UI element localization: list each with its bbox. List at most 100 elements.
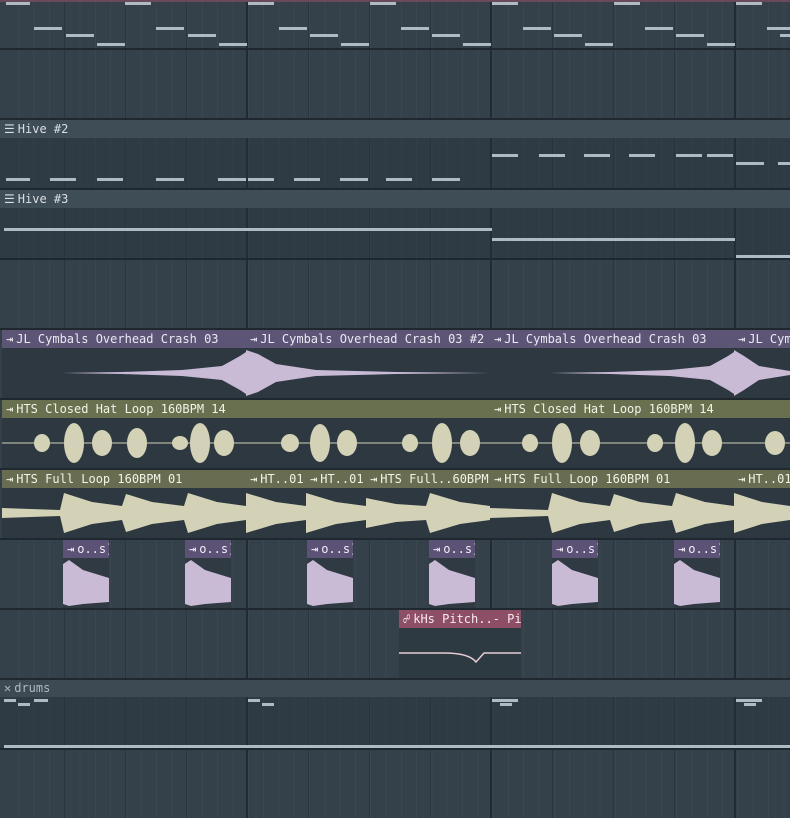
audio-clip-one-shot[interactable]: ⇥o..s) [63, 540, 109, 608]
audio-clip-crash[interactable]: ⇥ JL Cymbals Overhead Crash 03 [490, 330, 734, 398]
pattern-clip-header[interactable]: ☰ Hive #3 [0, 190, 790, 208]
pattern-clip-header[interactable]: ☰ Hive #2 [0, 120, 790, 138]
audio-clip-label: HTS Closed Hat Loop 160BPM 14 [16, 402, 226, 416]
audio-clip-one-shot[interactable]: ⇥o..s) [307, 540, 353, 608]
audio-waveform [552, 558, 598, 608]
audio-clip-full-loop[interactable]: ⇥ HTS Full Loop 160BPM 01 [490, 470, 734, 538]
audio-clip-icon: ⇥ [556, 542, 564, 556]
audio-clip-closed-hat[interactable]: ⇥ HTS Closed Hat Loop 160BPM 14 [490, 400, 790, 468]
audio-clip-one-shot[interactable]: ⇥o..s) [674, 540, 720, 608]
automation-curve [399, 628, 521, 678]
pattern-clip-drums[interactable]: ✕ drums [0, 680, 790, 748]
audio-clip-label: o..s) [688, 542, 720, 556]
track-lane-full-loop[interactable]: ⇥ HTS Full Loop 160BPM 01 ⇥ HT..01 ⇥ HT..01… [0, 470, 790, 538]
audio-clip-icon: ⇥ [678, 542, 686, 556]
audio-clip-crash[interactable]: ⇥ JL Cym [734, 330, 790, 398]
audio-waveform [674, 558, 720, 608]
audio-clip-full-loop[interactable]: ⇥ HTS Full Loop 160BPM 01 [2, 470, 246, 538]
audio-clip-label: HT..01 [260, 472, 304, 486]
audio-clip-icon: ⇥ [311, 542, 319, 556]
pattern-clip-header[interactable]: ✕ drums [0, 680, 790, 697]
audio-clip-icon: ⇥ [250, 472, 258, 486]
audio-waveform [490, 418, 790, 468]
pattern-clip-label: Hive #2 [17, 122, 69, 136]
audio-clip-header[interactable]: ⇥ JL Cymbals Overhead Crash 03 #2 [246, 330, 490, 348]
audio-waveform [307, 558, 353, 608]
audio-waveform [2, 348, 246, 398]
audio-clip-header[interactable]: ⇥ JL Cymbals Overhead Crash 03 [490, 330, 734, 348]
audio-waveform [366, 488, 490, 538]
x-pattern-icon: ✕ [4, 681, 12, 695]
audio-clip-header[interactable]: ⇥ JL Cymbals Overhead Crash 03 [2, 330, 246, 348]
audio-clip-header[interactable]: ⇥ HT..01 [306, 470, 366, 488]
pattern-clip-body [0, 208, 790, 258]
audio-clip-header[interactable]: ⇥ HTS Full Loop 160BPM 01 [490, 470, 734, 488]
pattern-clip-label: Hive #3 [17, 192, 69, 206]
automation-clip-header[interactable]: ☍kHs Pitch..- Pitch [399, 610, 521, 628]
audio-clip-full-loop[interactable]: ⇥ HT..01 [306, 470, 366, 538]
audio-clip-icon: ⇥ [494, 402, 502, 416]
audio-waveform [246, 488, 306, 538]
audio-clip-header[interactable]: ⇥o..s) [552, 540, 598, 558]
audio-clip-one-shot[interactable]: ⇥o..s) [185, 540, 231, 608]
audio-clip-label: HTS Full Loop 160BPM 01 [504, 472, 671, 486]
audio-waveform [734, 348, 790, 398]
audio-clip-header[interactable]: ⇥ HT..01 [734, 470, 790, 488]
audio-clip-closed-hat[interactable]: ⇥ HTS Closed Hat Loop 160BPM 14 [2, 400, 490, 468]
audio-clip-icon: ⇥ [67, 542, 75, 556]
audio-clip-label: JL Cymbals Overhead Crash 03 #2 [260, 332, 485, 346]
audio-clip-full-loop[interactable]: ⇥ HT..01 [734, 470, 790, 538]
audio-clip-icon: ⇥ [738, 472, 746, 486]
pattern-clip-body [0, 138, 790, 188]
audio-waveform [734, 488, 790, 538]
automation-clip-pitch[interactable]: ☍kHs Pitch..- Pitch [399, 610, 521, 678]
audio-clip-icon: ⇥ [310, 472, 318, 486]
pattern-icon: ☰ [4, 122, 15, 136]
audio-clip-header[interactable]: ⇥o..s) [307, 540, 353, 558]
audio-clip-header[interactable]: ⇥ HT..01 [246, 470, 306, 488]
audio-clip-full-loop[interactable]: ⇥HTS Full..60BPM 01 [366, 470, 490, 538]
audio-clip-label: o..s) [77, 542, 109, 556]
audio-clip-one-shot[interactable]: ⇥o..s) [552, 540, 598, 608]
audio-waveform [490, 348, 734, 398]
audio-clip-label: o..s) [321, 542, 353, 556]
audio-clip-header[interactable]: ⇥o..s) [185, 540, 231, 558]
audio-clip-icon: ⇥ [250, 332, 258, 346]
pattern-icon: ☰ [4, 192, 15, 206]
audio-clip-header[interactable]: ⇥ HTS Full Loop 160BPM 01 [2, 470, 246, 488]
audio-clip-one-shot[interactable]: ⇥o..s) [429, 540, 475, 608]
audio-clip-icon: ⇥ [738, 332, 746, 346]
track-lane-one-shots[interactable]: ⇥o..s) ⇥o..s) ⇥o..s) ⇥o..s) ⇥o..s) ⇥o..s… [0, 540, 790, 608]
audio-clip-crash[interactable]: ⇥ JL Cymbals Overhead Crash 03 [2, 330, 246, 398]
audio-waveform [185, 558, 231, 608]
audio-clip-label: o..s) [443, 542, 475, 556]
audio-clip-header[interactable]: ⇥ HTS Closed Hat Loop 160BPM 14 [2, 400, 490, 418]
playlist-arrangement[interactable]: ☰ Hive #2 ☰ Hive #3 ⇥ JL Cymbals Overhea… [0, 0, 790, 818]
audio-clip-label: HTS Full..60BPM 01 [380, 472, 490, 486]
audio-clip-full-loop[interactable]: ⇥ HT..01 [246, 470, 306, 538]
audio-clip-header[interactable]: ⇥HTS Full..60BPM 01 [366, 470, 490, 488]
audio-waveform [429, 558, 475, 608]
track-lane-1[interactable] [0, 0, 790, 48]
audio-clip-crash[interactable]: ⇥ JL Cymbals Overhead Crash 03 #2 [246, 330, 490, 398]
audio-clip-label: HTS Closed Hat Loop 160BPM 14 [504, 402, 714, 416]
track-lane-automation[interactable]: ☍kHs Pitch..- Pitch [0, 610, 790, 678]
audio-waveform [2, 488, 246, 538]
pattern-clip-hive-2[interactable]: ☰ Hive #2 [0, 120, 790, 188]
audio-clip-header[interactable]: ⇥ JL Cym [734, 330, 790, 348]
audio-clip-icon: ⇥ [6, 402, 14, 416]
track-lane-crash[interactable]: ⇥ JL Cymbals Overhead Crash 03 ⇥ JL Cymbal… [0, 330, 790, 398]
track-lane-closed-hat[interactable]: ⇥ HTS Closed Hat Loop 160BPM 14 ⇥ HTS Clos… [0, 400, 790, 468]
audio-waveform [490, 488, 734, 538]
pattern-clip-hive-3[interactable]: ☰ Hive #3 [0, 190, 790, 258]
pattern-clip-label: drums [14, 681, 51, 695]
automation-clip-label: kHs Pitch..- Pitch [413, 612, 521, 626]
audio-clip-header[interactable]: ⇥o..s) [674, 540, 720, 558]
audio-clip-header[interactable]: ⇥o..s) [63, 540, 109, 558]
audio-clip-label: HTS Full Loop 160BPM 01 [16, 472, 183, 486]
audio-waveform [63, 558, 109, 608]
audio-clip-header[interactable]: ⇥ HTS Closed Hat Loop 160BPM 14 [490, 400, 790, 418]
audio-clip-header[interactable]: ⇥o..s) [429, 540, 475, 558]
audio-clip-label: HT..01 [748, 472, 790, 486]
audio-clip-label: JL Cymbals Overhead Crash 03 [504, 332, 707, 346]
